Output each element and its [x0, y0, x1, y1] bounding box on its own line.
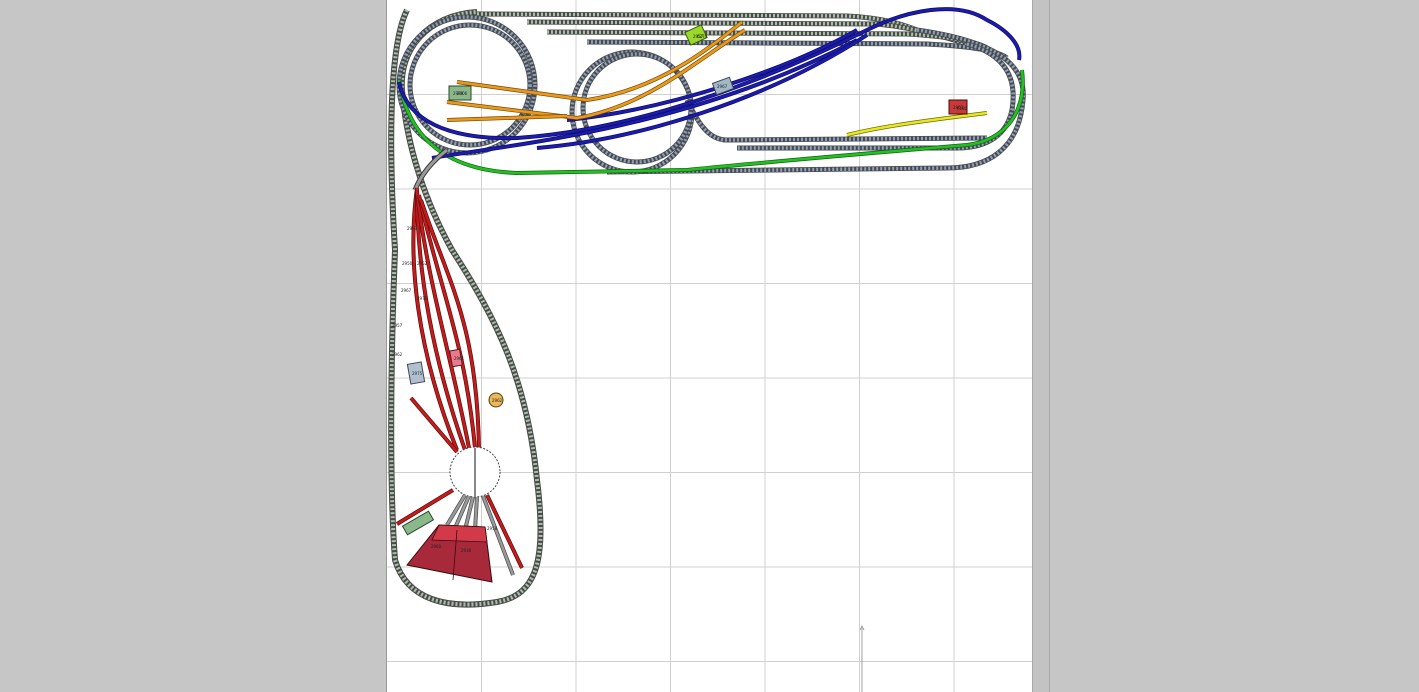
track-plan-drawing: 2999 2950 2952 2967 2975 2957 2962 2958 2960 2930…: [387, 0, 1033, 692]
structure-label: 2961: [454, 356, 465, 361]
structure-green-low[interactable]: [401, 510, 435, 536]
structure-label: 2999: [453, 91, 464, 96]
track-label: 2952: [417, 261, 428, 266]
structure-label: 2975: [412, 371, 423, 376]
roundhouse-building[interactable]: [406, 524, 493, 583]
structure-label: 2963: [953, 105, 964, 110]
structure-label: 2957: [693, 34, 704, 39]
yellow-spur-track[interactable]: [846, 111, 988, 137]
turntable[interactable]: [449, 446, 501, 498]
track-label: 2960: [431, 544, 442, 549]
track-label: 2950: [402, 261, 413, 266]
track-label: 2962: [392, 352, 403, 357]
vertical-scrollbar[interactable]: [1032, 0, 1050, 692]
structure-label: 2967: [717, 84, 728, 89]
track-label: 2967: [401, 288, 412, 293]
grid-lines: [387, 0, 1033, 692]
track-label: 2957: [392, 323, 403, 328]
track-label: 2958: [487, 526, 498, 531]
measure-line: [859, 625, 865, 692]
track-label: 2930: [461, 548, 472, 553]
structure-label: 2962: [492, 398, 503, 403]
top-straight-tracks[interactable]: [476, 11, 1009, 61]
layout-canvas[interactable]: 2999 2950 2952 2967 2975 2957 2962 2958 2960 2930…: [386, 0, 1034, 692]
track-label: 2999: [407, 226, 418, 231]
track-label: 2975: [417, 296, 428, 301]
